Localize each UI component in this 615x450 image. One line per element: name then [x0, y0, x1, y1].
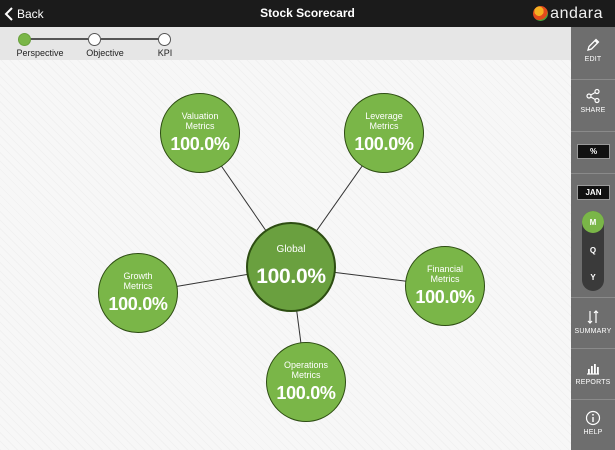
reports-label: REPORTS [575, 379, 611, 386]
scorecard-diagram: Valuation Metrics 100.0% Leverage Metric… [0, 60, 571, 450]
node-label: Financial Metrics [426, 264, 464, 284]
logo-icon [533, 6, 549, 21]
bar-chart-icon [587, 364, 599, 375]
step-kpi-label[interactable]: KPI [130, 48, 200, 58]
node-value: 100.0% [170, 134, 230, 154]
period-year-option[interactable]: Y [582, 266, 604, 288]
month-selector[interactable]: JAN [577, 185, 610, 200]
node-label: Leverage Metrics [365, 111, 403, 131]
share-label: SHARE [580, 107, 606, 114]
divider [571, 297, 615, 298]
right-toolbar: EDIT SHARE % JAN M Q Y SUMMARY REPORTS H… [571, 27, 615, 450]
edit-label: EDIT [584, 56, 602, 63]
node-value: 100.0% [415, 287, 475, 307]
node-label: Operations Metrics [283, 360, 329, 380]
divider [571, 173, 615, 174]
reports-button[interactable]: REPORTS [571, 360, 615, 386]
share-icon [586, 88, 600, 104]
step-kpi-dot[interactable] [158, 33, 171, 46]
summary-label: SUMMARY [574, 328, 612, 335]
step-connector [30, 38, 88, 40]
node-label: Growth Metrics [123, 271, 153, 291]
node-global[interactable]: Global 100.0% [246, 222, 336, 312]
node-value: 100.0% [256, 265, 326, 288]
info-icon [585, 410, 601, 426]
summary-button[interactable]: SUMMARY [571, 309, 615, 335]
back-button[interactable]: Back [4, 0, 44, 27]
brand-logo: andara [533, 3, 603, 24]
node-operations-metrics[interactable]: Operations Metrics 100.0% [266, 342, 346, 422]
format-toggle[interactable]: % [577, 144, 610, 159]
share-button[interactable]: SHARE [571, 88, 615, 114]
node-value: 100.0% [354, 134, 414, 154]
edit-button[interactable]: EDIT [571, 37, 615, 63]
back-label: Back [17, 6, 44, 21]
divider [571, 348, 615, 349]
node-leverage-metrics[interactable]: Leverage Metrics 100.0% [344, 93, 424, 173]
node-growth-metrics[interactable]: Growth Metrics 100.0% [98, 253, 178, 333]
step-objective-dot[interactable] [88, 33, 101, 46]
node-financial-metrics[interactable]: Financial Metrics 100.0% [405, 246, 485, 326]
breadcrumb: Perspective Objective KPI [0, 27, 571, 60]
help-button[interactable]: HELP [571, 410, 615, 436]
node-label: Global [276, 244, 306, 255]
divider [571, 131, 615, 132]
step-connector [101, 38, 159, 40]
divider [571, 79, 615, 80]
brand-name: andara [550, 4, 603, 22]
node-label: Valuation Metrics [181, 111, 219, 131]
help-label: HELP [583, 429, 603, 436]
sort-arrows-icon [587, 310, 599, 324]
period-month-option[interactable]: M [582, 211, 604, 233]
step-perspective-dot[interactable] [18, 33, 31, 46]
top-bar: Back Stock Scorecard andara [0, 0, 615, 27]
node-value: 100.0% [108, 294, 168, 314]
page-title: Stock Scorecard [260, 6, 355, 20]
pencil-icon [587, 38, 600, 51]
node-valuation-metrics[interactable]: Valuation Metrics 100.0% [160, 93, 240, 173]
chevron-left-icon [4, 6, 13, 21]
node-value: 100.0% [276, 383, 336, 403]
divider [571, 399, 615, 400]
period-quarter-option[interactable]: Q [582, 239, 604, 261]
step-perspective-label[interactable]: Perspective [5, 48, 75, 58]
